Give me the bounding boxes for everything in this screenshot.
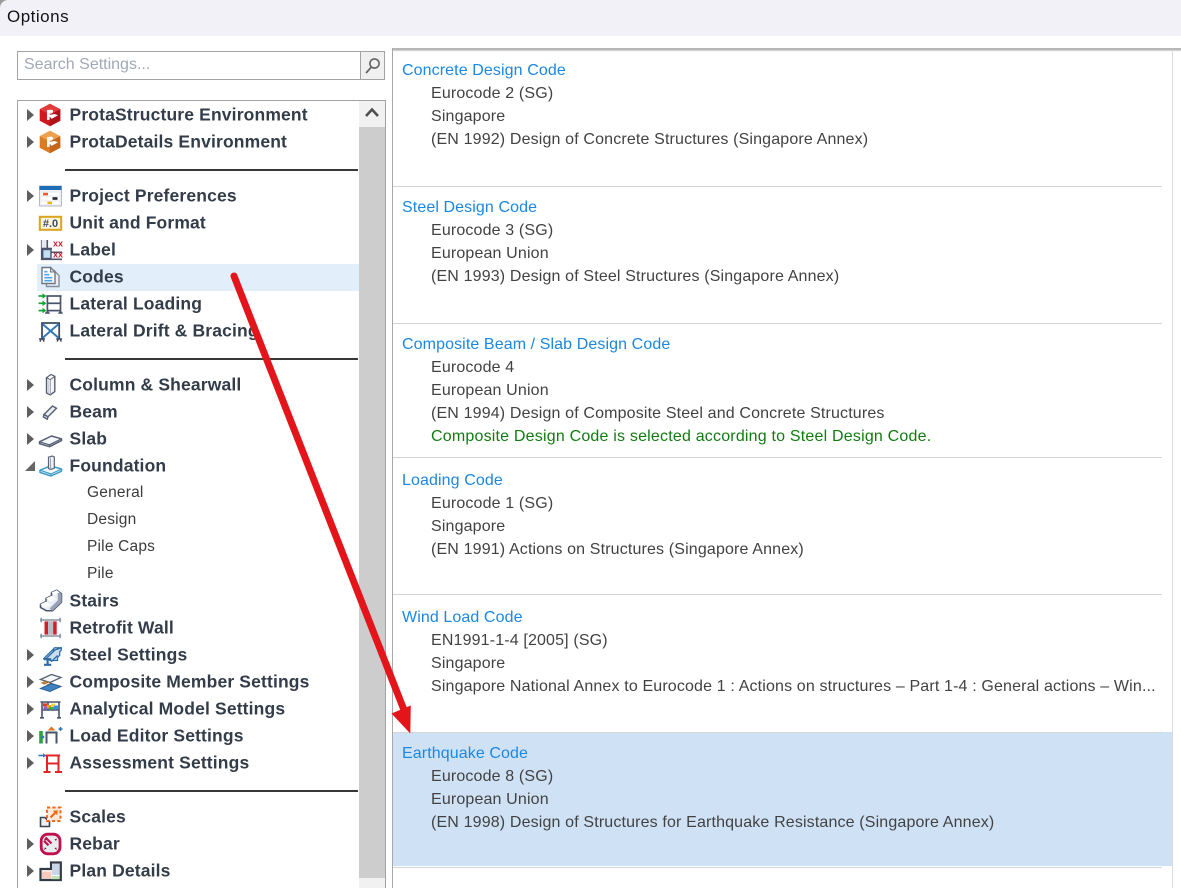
svg-text:xx: xx: [53, 239, 63, 249]
svg-text:xx: xx: [53, 250, 63, 260]
svg-text:#.0: #.0: [43, 218, 58, 230]
